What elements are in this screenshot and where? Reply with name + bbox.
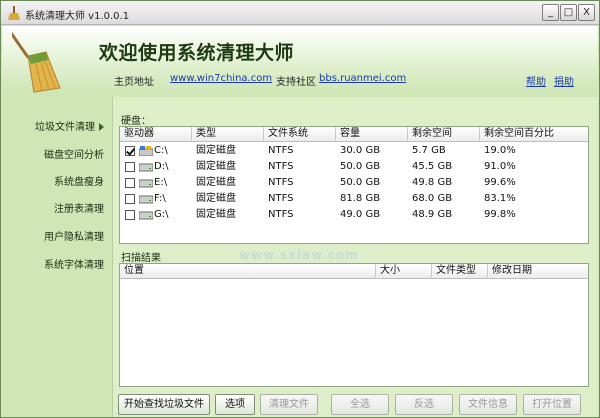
column-location[interactable]: 位置 (120, 264, 376, 279)
active-arrow-icon (99, 123, 104, 131)
forum-url-link[interactable]: bbs.ruanmei.com (319, 73, 406, 84)
minimize-button[interactable]: _ (542, 4, 559, 21)
open-location-button[interactable]: 打开位置 (523, 394, 581, 415)
system-drive-icon (139, 146, 153, 156)
drive-filesystem: NTFS (268, 145, 294, 156)
drive-free: 68.0 GB (412, 193, 453, 204)
title-bar: 系统清理大师 v1.0.0.1 _ □ X (1, 1, 599, 25)
sidebar-item-system-slim[interactable]: 系统盘瘦身 (54, 173, 104, 188)
drive-checkbox[interactable] (125, 162, 135, 172)
start-scan-button[interactable]: 开始查找垃圾文件 (118, 394, 210, 415)
sidebar-item-label: 磁盘空间分析 (44, 150, 104, 161)
drive-free-percent: 19.0% (484, 145, 516, 156)
drive-filesystem: NTFS (268, 177, 294, 188)
sidebar-item-privacy[interactable]: 用户隐私清理 (44, 228, 104, 243)
disk-row-f[interactable]: F:\ 固定磁盘 NTFS 81.8 GB 68.0 GB 83.1% (120, 191, 588, 207)
main-window: 系统清理大师 v1.0.0.1 _ □ X 欢迎使用系统清理大师 主页地址 ww… (0, 0, 600, 418)
sidebar-item-label: 垃圾文件清理 (35, 122, 95, 133)
drive-type: 固定磁盘 (196, 193, 236, 204)
window-title: 系统清理大师 v1.0.0.1 (25, 11, 130, 22)
column-filesystem[interactable]: 文件系统 (264, 127, 336, 142)
drive-type: 固定磁盘 (196, 177, 236, 188)
column-capacity[interactable]: 容量 (336, 127, 408, 142)
hard-drive-icon (139, 179, 153, 188)
disk-list[interactable]: 驱动器 类型 文件系统 容量 剩余空间 剩余空间百分比 C:\ 固定磁盘 NTF… (119, 126, 589, 244)
column-free-space[interactable]: 剩余空间 (408, 127, 480, 142)
options-button[interactable]: 选项 (215, 394, 255, 415)
welcome-heading: 欢迎使用系统清理大师 (99, 42, 295, 64)
disk-list-header: 驱动器 类型 文件系统 容量 剩余空间 剩余空间百分比 (120, 127, 588, 142)
drive-capacity: 50.0 GB (340, 177, 381, 188)
drive-free: 5.7 GB (412, 145, 446, 156)
drive-letter: G:\ (154, 209, 169, 220)
drive-free: 49.8 GB (412, 177, 453, 188)
forum-label: 支持社区 (276, 77, 316, 88)
watermark-text: www.sxiaw.com (239, 248, 359, 262)
sidebar-item-label: 系统字体清理 (44, 260, 104, 271)
sidebar-item-label: 系统盘瘦身 (54, 177, 104, 188)
scan-results-list[interactable]: 位置 大小 文件类型 修改日期 (119, 263, 589, 387)
help-link[interactable]: 帮助 (526, 73, 546, 88)
drive-letter: E:\ (154, 177, 168, 188)
drive-capacity: 30.0 GB (340, 145, 381, 156)
sidebar-item-registry[interactable]: 注册表清理 (54, 200, 104, 215)
sidebar-item-junk-files[interactable]: 垃圾文件清理 (35, 118, 104, 133)
sidebar: 垃圾文件清理 磁盘空间分析 系统盘瘦身 注册表清理 用户隐私清理 系统字体清理 (2, 97, 110, 417)
drive-filesystem: NTFS (268, 209, 294, 220)
hard-drive-icon (139, 163, 153, 172)
column-type[interactable]: 类型 (192, 127, 264, 142)
close-button[interactable]: X (578, 4, 595, 21)
invert-select-button[interactable]: 反选 (395, 394, 453, 415)
drive-letter: D:\ (154, 161, 169, 172)
sidebar-item-label: 用户隐私清理 (44, 232, 104, 243)
column-modified-date[interactable]: 修改日期 (488, 264, 588, 279)
drive-capacity: 81.8 GB (340, 193, 381, 204)
drive-type: 固定磁盘 (196, 161, 236, 172)
sidebar-item-disk-analysis[interactable]: 磁盘空间分析 (44, 146, 104, 161)
disk-row-d[interactable]: D:\ 固定磁盘 NTFS 50.0 GB 45.5 GB 91.0% (120, 159, 588, 175)
drive-free: 48.9 GB (412, 209, 453, 220)
drive-filesystem: NTFS (268, 161, 294, 172)
drive-free-percent: 83.1% (484, 193, 516, 204)
drive-checkbox[interactable] (125, 146, 135, 156)
drive-free-percent: 99.6% (484, 177, 516, 188)
broom-app-icon (8, 6, 20, 20)
maximize-button[interactable]: □ (560, 4, 577, 21)
home-url-link[interactable]: www.win7china.com (170, 73, 272, 84)
drive-checkbox[interactable] (125, 178, 135, 188)
drive-free-percent: 99.8% (484, 209, 516, 220)
drive-capacity: 50.0 GB (340, 161, 381, 172)
drive-capacity: 49.0 GB (340, 209, 381, 220)
disk-row-g[interactable]: G:\ 固定磁盘 NTFS 49.0 GB 48.9 GB 99.8% (120, 207, 588, 223)
hard-drive-icon (139, 211, 153, 220)
drive-type: 固定磁盘 (196, 145, 236, 156)
column-drive[interactable]: 驱动器 (120, 127, 192, 142)
drive-free: 45.5 GB (412, 161, 453, 172)
home-label: 主页地址 (114, 77, 154, 88)
drive-letter: F:\ (154, 193, 166, 204)
drive-filesystem: NTFS (268, 193, 294, 204)
results-list-header: 位置 大小 文件类型 修改日期 (120, 264, 588, 279)
drive-checkbox[interactable] (125, 210, 135, 220)
column-size[interactable]: 大小 (376, 264, 432, 279)
sidebar-item-fonts[interactable]: 系统字体清理 (44, 256, 104, 271)
sidebar-item-label: 注册表清理 (54, 204, 104, 215)
column-file-type[interactable]: 文件类型 (432, 264, 488, 279)
disk-row-e[interactable]: E:\ 固定磁盘 NTFS 50.0 GB 49.8 GB 99.6% (120, 175, 588, 191)
disk-row-c[interactable]: C:\ 固定磁盘 NTFS 30.0 GB 5.7 GB 19.0% (120, 143, 588, 159)
select-all-button[interactable]: 全选 (331, 394, 389, 415)
disk-group-label: 硬盘： (121, 116, 151, 127)
header-banner: 欢迎使用系统清理大师 主页地址 www.win7china.com 支持社区 b… (2, 26, 598, 93)
drive-free-percent: 91.0% (484, 161, 516, 172)
donate-link[interactable]: 捐助 (554, 73, 574, 88)
clean-files-button[interactable]: 清理文件 (260, 394, 318, 415)
drive-checkbox[interactable] (125, 194, 135, 204)
scan-results-label: 扫描结果 (121, 253, 161, 264)
hard-drive-icon (139, 195, 153, 204)
drive-type: 固定磁盘 (196, 209, 236, 220)
column-free-percent[interactable]: 剩余空间百分比 (480, 127, 588, 142)
drive-letter: C:\ (154, 145, 168, 156)
broom-logo-icon (12, 32, 61, 93)
file-info-button[interactable]: 文件信息 (459, 394, 517, 415)
